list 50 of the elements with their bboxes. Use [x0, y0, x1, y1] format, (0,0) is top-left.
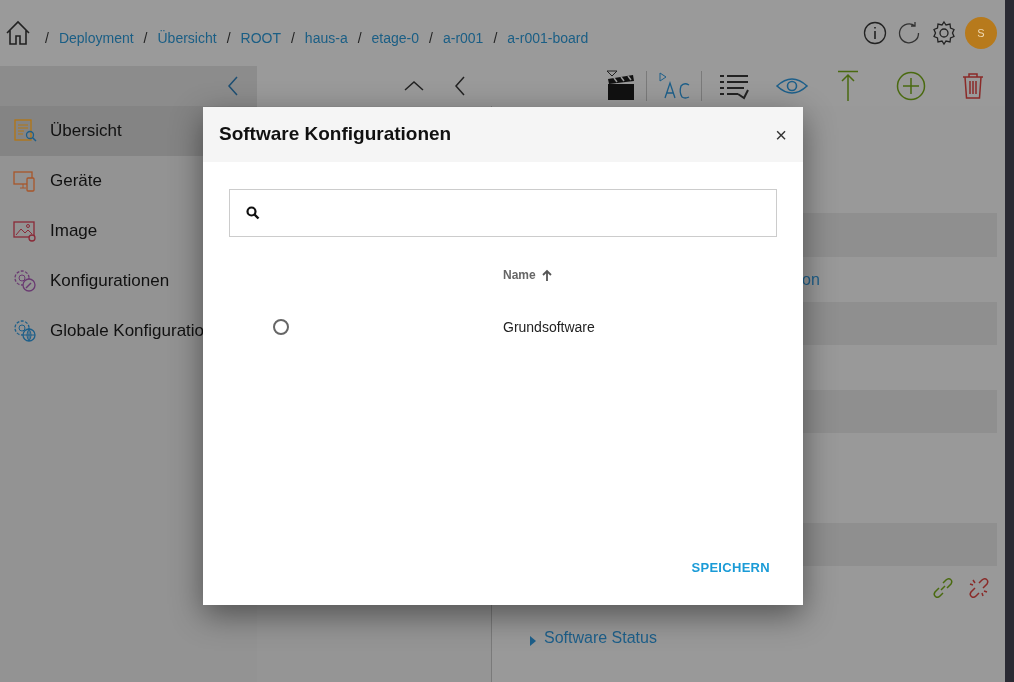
breadcrumb-link[interactable]: a-r001-board	[507, 27, 589, 49]
save-button[interactable]: SPEICHERN	[691, 557, 770, 577]
radio-button[interactable]	[273, 319, 289, 335]
breadcrumb-link[interactable]: ROOT	[240, 27, 281, 49]
link-icon[interactable]	[931, 576, 955, 600]
breadcrumb-separator: /	[357, 28, 362, 48]
user-avatar[interactable]: S	[965, 17, 997, 49]
home-icon[interactable]	[5, 20, 31, 46]
link-text[interactable]: on	[802, 267, 820, 292]
sidebar-item[interactable]: Image	[0, 206, 257, 256]
search-icon	[246, 206, 260, 220]
collapsed-triangle-icon[interactable]	[530, 636, 536, 646]
chevron-up-icon[interactable]	[404, 80, 424, 92]
breadcrumb-link[interactable]: a-r001	[442, 27, 484, 49]
sidebar-item[interactable]: Geräte	[0, 156, 257, 206]
settings-icon[interactable]	[931, 20, 957, 46]
sidebar-item[interactable]: Globale Konfiguratio	[0, 306, 257, 356]
search-field[interactable]	[229, 189, 777, 237]
unlink-icon[interactable]	[967, 576, 991, 600]
clapperboard-icon[interactable]	[606, 70, 636, 102]
image-gear-icon	[12, 218, 38, 244]
add-icon[interactable]	[896, 71, 926, 101]
info-icon[interactable]	[863, 21, 887, 45]
breadcrumb-separator: /	[429, 28, 433, 48]
list-icon[interactable]	[718, 72, 750, 100]
breadcrumb-separator: /	[45, 28, 49, 48]
breadcrumb-separator: /	[226, 28, 231, 48]
chevron-left-icon[interactable]	[454, 76, 466, 96]
breadcrumb-link[interactable]: Übersicht	[157, 27, 217, 49]
breadcrumb-link[interactable]: haus-a	[304, 27, 348, 49]
breadcrumb-separator: /	[143, 28, 148, 48]
text-play-icon[interactable]	[657, 71, 691, 101]
breadcrumb-separator: /	[493, 28, 498, 48]
column-header[interactable]: Name	[503, 266, 552, 284]
gear-wrench-icon	[12, 268, 38, 294]
breadcrumb-link[interactable]: Deployment	[58, 27, 134, 49]
gear-globe-icon	[12, 318, 38, 344]
breadcrumb-separator: /	[290, 28, 295, 48]
sidebar-item[interactable]: Konfigurationen	[0, 256, 257, 306]
trash-icon[interactable]	[962, 72, 984, 100]
eye-icon[interactable]	[776, 76, 808, 96]
section-link[interactable]: Software Status	[544, 626, 657, 650]
upload-arrow-icon[interactable]	[836, 70, 860, 102]
document-search-icon	[12, 118, 38, 144]
chevron-left-icon[interactable]	[227, 76, 239, 96]
devices-icon	[12, 168, 38, 194]
table-cell-text: Grundsoftware	[503, 317, 595, 337]
breadcrumb-link[interactable]: etage-0	[371, 27, 420, 49]
refresh-icon[interactable]	[897, 21, 921, 45]
close-button[interactable]: ×	[775, 124, 787, 145]
